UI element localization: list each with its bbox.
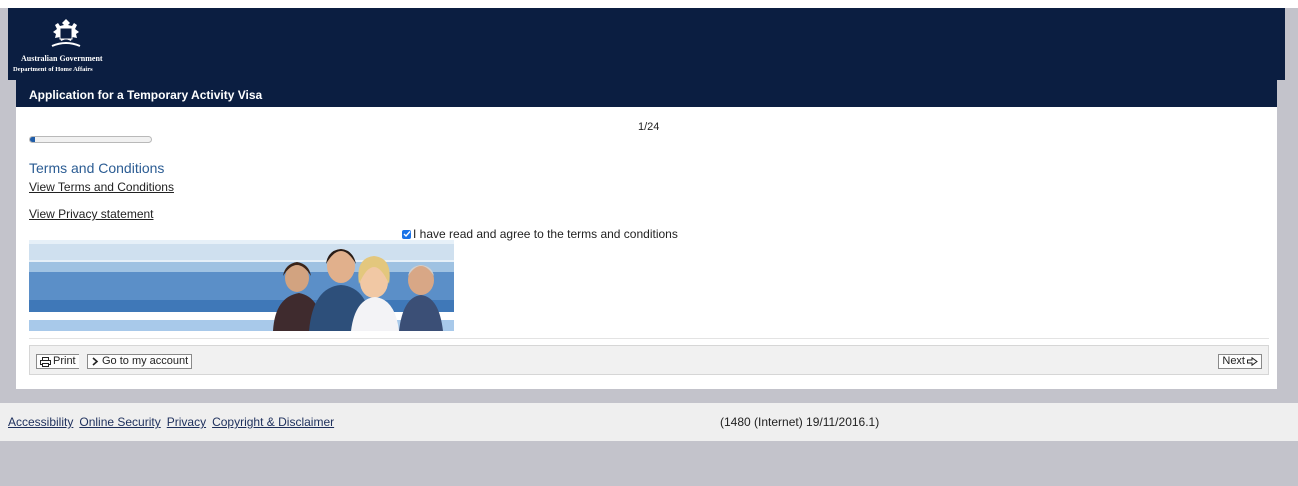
progress-fill [30,137,35,142]
copyright-disclaimer-link[interactable]: Copyright & Disclaimer [212,415,334,429]
view-privacy-link[interactable]: View Privacy statement [29,207,154,221]
progress-bar [29,136,152,143]
page-counter: 1/24 [638,121,660,133]
site-footer: Accessibility Online Security Privacy Copyr… [0,403,1298,441]
privacy-link[interactable]: Privacy [167,415,206,429]
arrow-right-icon [1247,357,1258,366]
agree-terms-checkbox[interactable] [402,229,411,239]
next-label: Next [1222,355,1245,367]
printer-icon [40,356,51,367]
section-heading: Terms and Conditions [29,160,165,176]
agree-terms-label: I have read and agree to the terms and c… [413,227,678,241]
australian-government-logo: Australian Government Department of Home… [13,16,116,76]
accessibility-link[interactable]: Accessibility [8,415,73,429]
view-terms-link[interactable]: View Terms and Conditions [29,180,174,194]
next-button[interactable]: Next [1218,354,1262,369]
coat-of-arms-icon [51,19,81,47]
top-strip [0,0,1298,8]
online-security-link[interactable]: Online Security [79,415,160,429]
main-panel: 1/24 Terms and Conditions View Terms and… [16,107,1277,389]
print-label: Print [53,355,76,367]
department-name: Department of Home Affairs [13,66,93,73]
version-info: (1480 (Internet) 19/11/2016.1) [720,415,880,429]
print-button[interactable]: Print [36,354,79,369]
footer-links: Accessibility Online Security Privacy Copyr… [8,415,340,429]
government-name: Australian Government [21,54,103,63]
divider [29,338,1269,339]
agree-terms-checkbox-row[interactable]: I have read and agree to the terms and c… [402,227,678,241]
form-toolbar: Print Go to my account Next [29,345,1269,375]
go-to-account-label: Go to my account [102,355,189,367]
site-header: Australian Government Department of Home… [8,8,1285,80]
people-banner-image [29,240,454,331]
chevron-right-icon [92,357,99,366]
go-to-account-button[interactable]: Go to my account [87,354,193,369]
page-title: Application for a Temporary Activity Vis… [16,80,1277,107]
checkmark-icon [403,231,411,238]
